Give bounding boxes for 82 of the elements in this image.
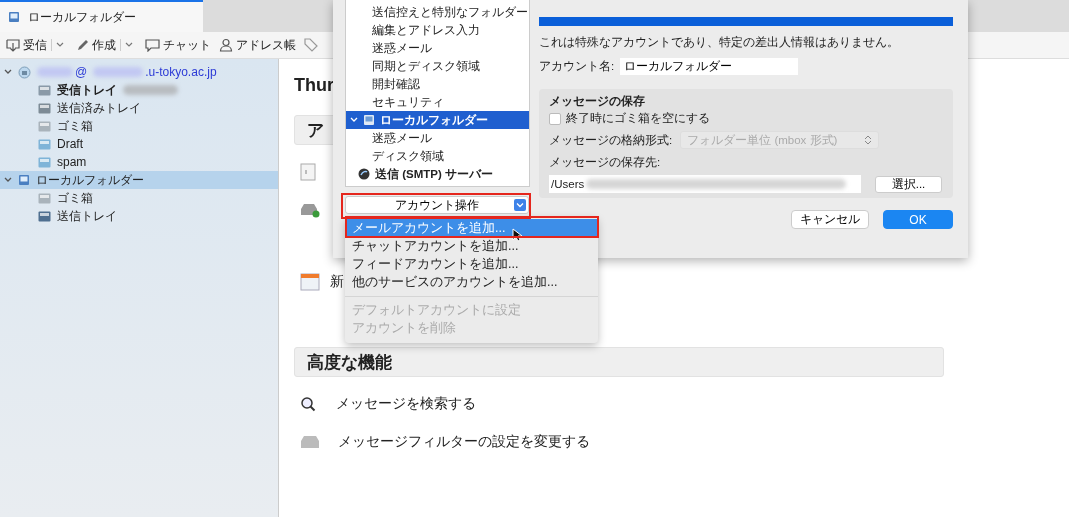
- folder-item[interactable]: Draft: [0, 135, 278, 153]
- blurred-area: [93, 67, 144, 77]
- tree-item[interactable]: 編集とアドレス入力: [346, 21, 529, 39]
- folder-item[interactable]: ゴミ箱: [0, 189, 278, 207]
- folder-icon: [38, 210, 51, 222]
- folder-item[interactable]: ゴミ箱: [0, 117, 278, 135]
- chevron-icon: [350, 116, 358, 124]
- folder-tab[interactable]: ローカルフォルダー: [0, 0, 203, 32]
- folder-icon: [38, 84, 51, 96]
- field-label: メッセージの保存先:: [549, 155, 662, 170]
- mouse-cursor-icon: [512, 228, 522, 242]
- tree-item[interactable]: ディスク領域: [346, 147, 529, 165]
- account-row[interactable]: @ .u-tokyo.ac.jp: [0, 63, 278, 81]
- field-label: アカウント名:: [539, 59, 615, 74]
- tag-icon: [304, 38, 318, 52]
- blurred-area: [37, 67, 73, 77]
- account-domain: .u-tokyo.ac.jp: [145, 65, 217, 79]
- section-header: 高度な機能: [294, 347, 944, 377]
- account-name-field[interactable]: ローカルフォルダー: [620, 58, 799, 75]
- folder-icon: [38, 192, 51, 204]
- chevron-down-icon: [125, 42, 133, 48]
- folder-item[interactable]: 送信済みトレイ: [0, 99, 278, 117]
- dialog-button[interactable]: キャンセル: [791, 210, 869, 229]
- tree-item[interactable]: 送信控えと特別なフォルダー: [346, 3, 529, 21]
- tree-item[interactable]: 開封確認: [346, 75, 529, 93]
- menu-item: デフォルトアカウントに設定: [351, 302, 522, 319]
- chat-bubble-icon: [145, 38, 160, 52]
- pencil-icon: [76, 38, 89, 52]
- folder-icon: [38, 156, 51, 168]
- stepper-icon: [864, 135, 873, 145]
- person-icon: [219, 38, 233, 52]
- chevron-down-icon: [514, 199, 526, 211]
- chevron-down-icon: [56, 42, 64, 48]
- chevron-icon: [4, 176, 12, 184]
- tree-item[interactable]: 送信 (SMTP) サーバー: [346, 165, 529, 183]
- tree-item[interactable]: ローカルフォルダー: [346, 111, 529, 129]
- folder-icon: [38, 138, 51, 150]
- group-title: メッセージの保存: [549, 94, 646, 109]
- computer-icon: [363, 114, 375, 126]
- globe-icon: [358, 168, 370, 180]
- path-field[interactable]: /Users: [549, 175, 861, 193]
- download-icon: [6, 38, 20, 52]
- toolbar-button[interactable]: チャット: [141, 34, 215, 56]
- browse-button[interactable]: 選択...: [875, 175, 942, 193]
- dialog-button[interactable]: OK: [883, 210, 953, 229]
- folder-item[interactable]: spam: [0, 153, 278, 171]
- tree-item[interactable]: 同期とディスク領域: [346, 57, 529, 75]
- field-label: メッセージの格納形式:: [549, 132, 673, 148]
- document-icon: [300, 163, 316, 181]
- folder-item[interactable]: 送信トレイ: [0, 207, 278, 225]
- description-text: これは特殊なアカウントであり、特定の差出人情報はありません。: [539, 35, 900, 50]
- computer-icon: [8, 11, 20, 23]
- account-actions-dropdown[interactable]: アカウント操作: [345, 196, 529, 214]
- toolbar-button[interactable]: 作成: [72, 34, 120, 56]
- checkbox[interactable]: [549, 112, 561, 125]
- folder-icon: [38, 102, 51, 114]
- folder-item[interactable]: 受信トレイ: [0, 81, 278, 99]
- menu-item[interactable]: 他のサービスのアカウントを追加...: [345, 273, 598, 291]
- action-link[interactable]: 新: [330, 273, 344, 291]
- account-name: ローカルフォルダー: [36, 171, 144, 189]
- menu-item[interactable]: フィードアカウントを追加...: [345, 255, 598, 273]
- computer-icon: [18, 174, 30, 186]
- tree-item[interactable]: 迷惑メール: [346, 39, 529, 57]
- toolbar-button[interactable]: アドレス帳: [215, 34, 300, 56]
- account-address: @: [75, 65, 88, 79]
- calendar-icon: [300, 273, 320, 291]
- account-icon: [18, 65, 31, 79]
- chevron-icon: [4, 68, 12, 76]
- action-link[interactable]: メッセージを検索する: [336, 395, 476, 413]
- toolbar-button[interactable]: 受信: [2, 34, 51, 56]
- search-icon: [300, 396, 318, 412]
- add-drive-icon: [300, 202, 320, 218]
- tree-item[interactable]: 迷惑メール: [346, 129, 529, 147]
- blurred-area: [123, 85, 178, 95]
- page-title: Thur: [294, 75, 334, 97]
- tray-icon: [300, 435, 320, 449]
- tree-item[interactable]: セキュリティ: [346, 93, 529, 111]
- menu-item: アカウントを削除: [351, 320, 457, 337]
- account-row[interactable]: ローカルフォルダー: [0, 171, 278, 189]
- menu-item[interactable]: チャットアカウントを追加...: [345, 237, 598, 255]
- action-link[interactable]: メッセージフィルターの設定を変更する: [338, 433, 590, 451]
- folder-icon: [38, 120, 51, 132]
